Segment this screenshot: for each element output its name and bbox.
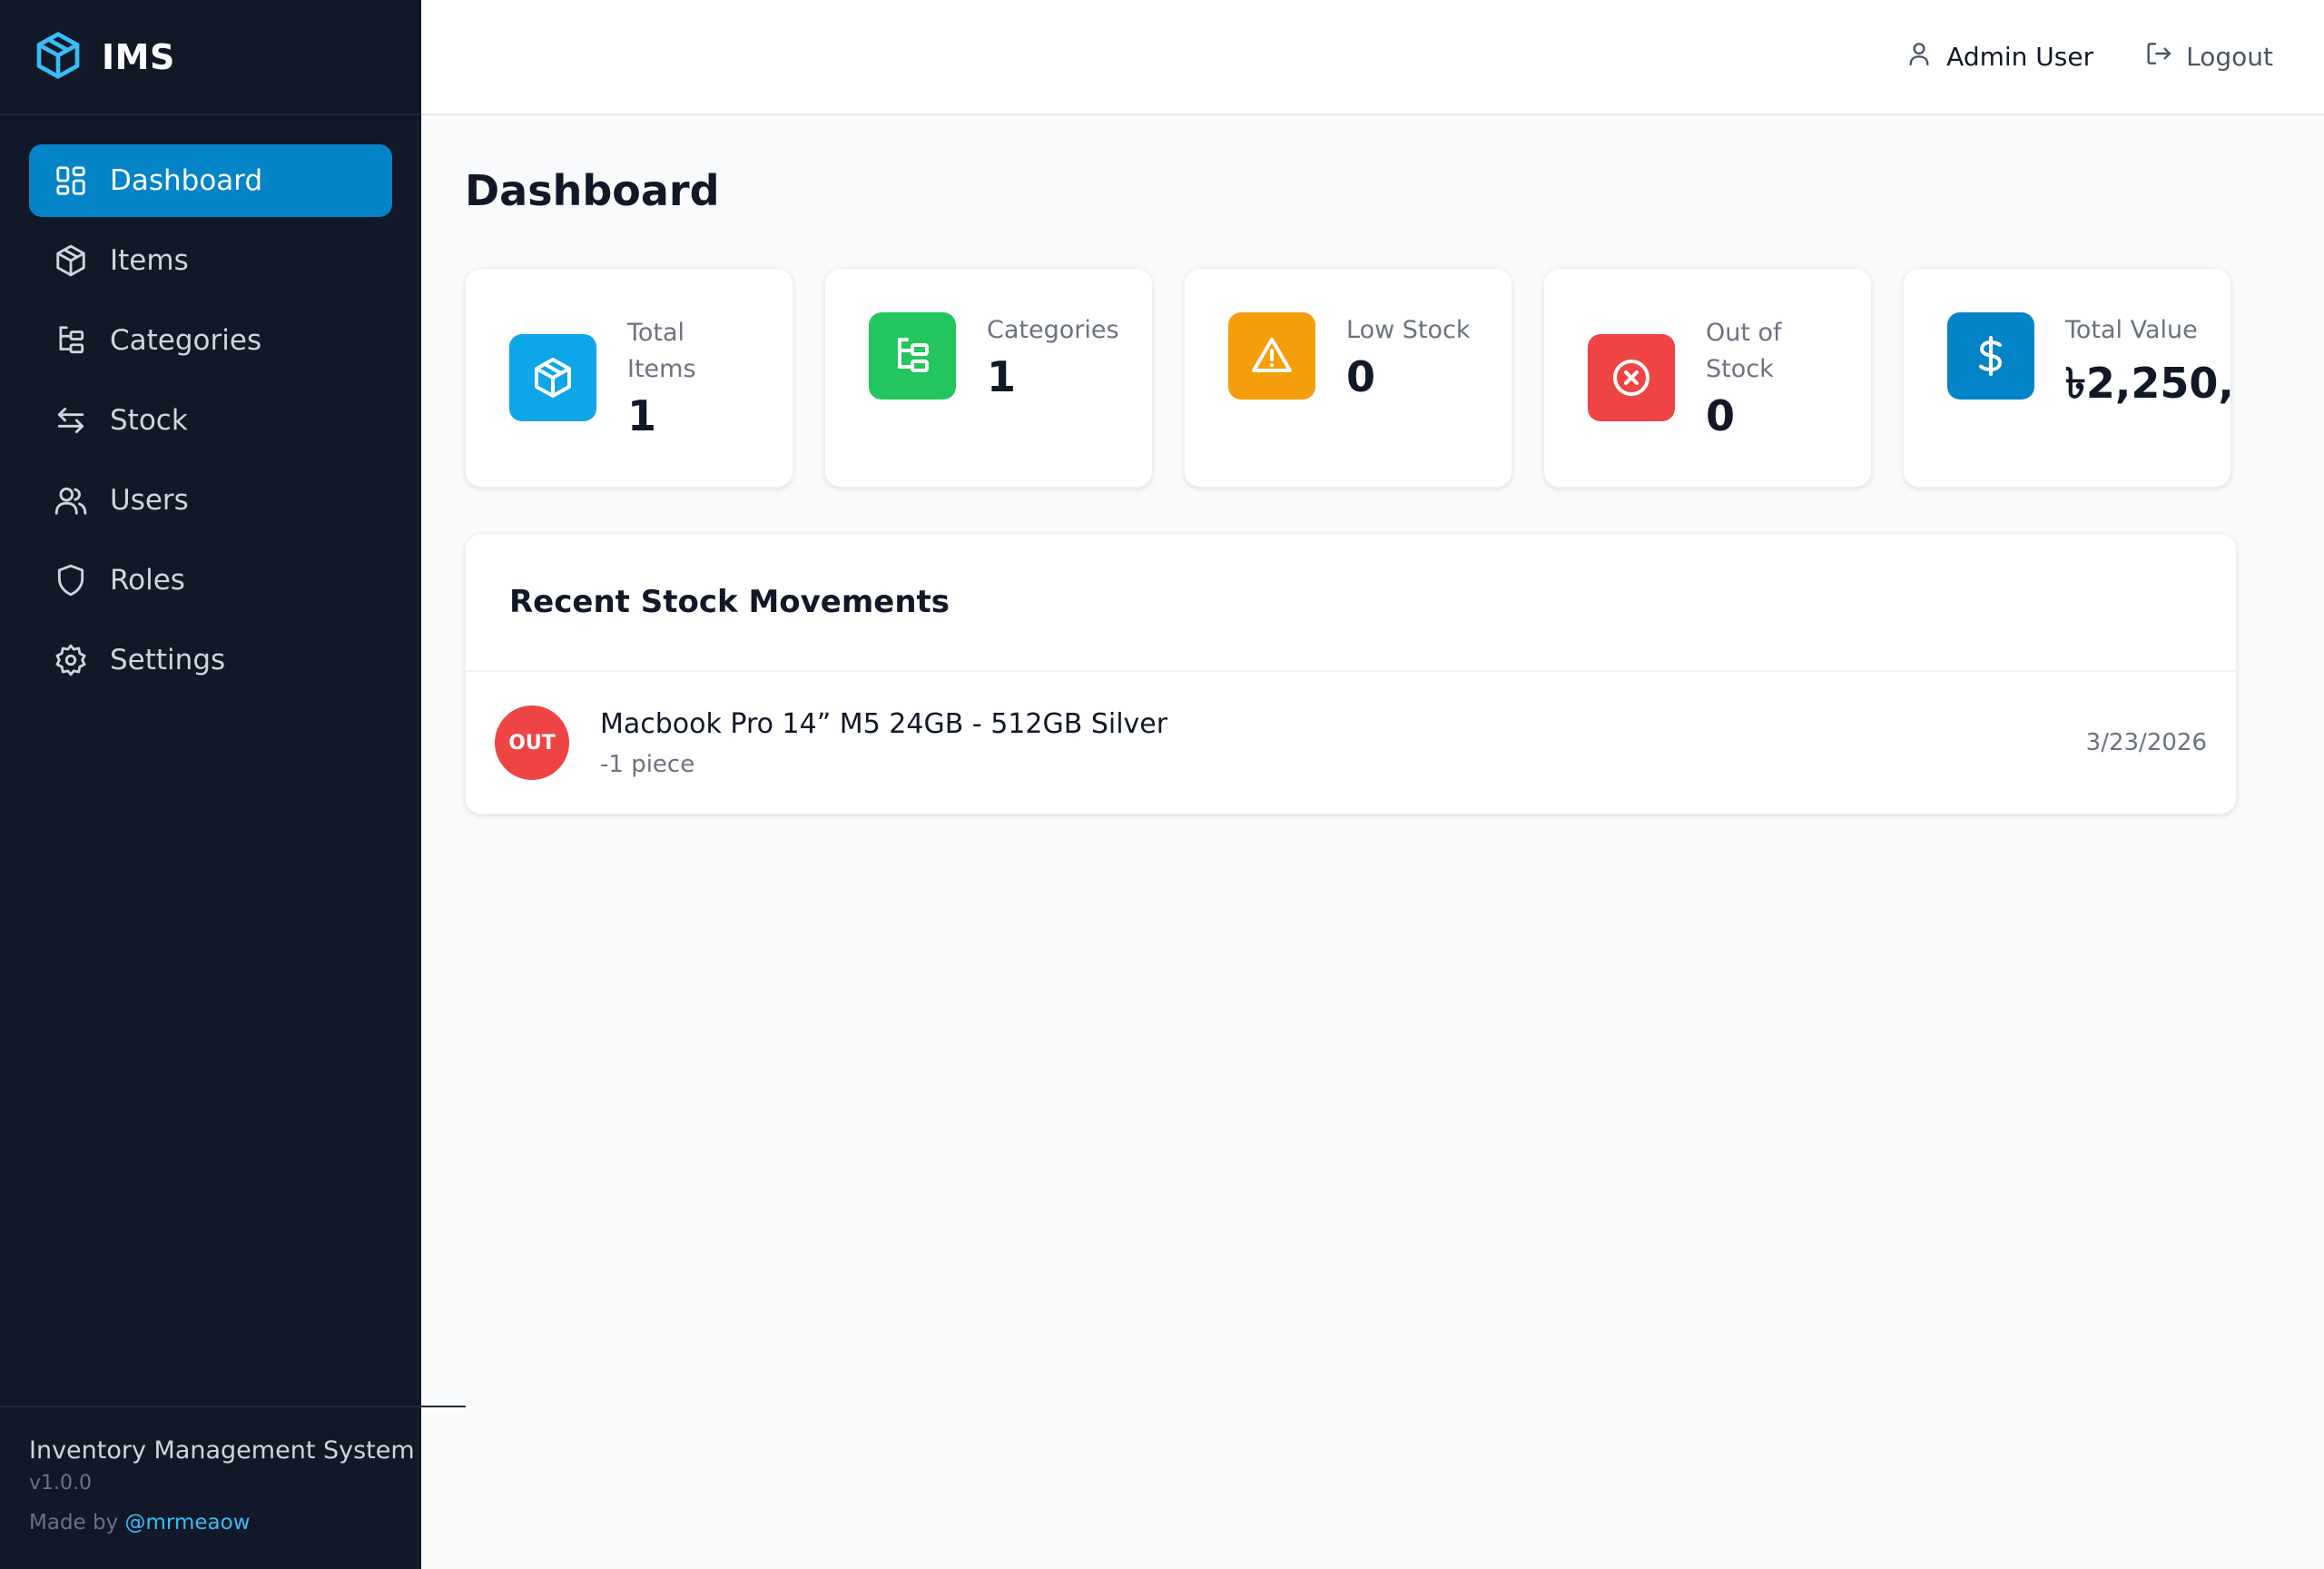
stat-card-low-stock: Low Stock 0	[1184, 268, 1512, 488]
logout-icon	[2144, 39, 2186, 74]
dashboard-icon	[52, 162, 90, 200]
sidebar-item-items[interactable]: Items	[29, 224, 392, 297]
recent-stock-movements-panel: Recent Stock Movements OUT Macbook Pro 1…	[465, 533, 2237, 814]
categories-icon	[52, 321, 90, 360]
logout-label: Logout	[2186, 42, 2273, 72]
sidebar-item-label: Roles	[110, 564, 185, 597]
sidebar-nav: Dashboard Items Categories Stock Users R…	[0, 115, 421, 704]
stat-value: ৳2,250,000	[2065, 359, 2231, 408]
box-icon	[52, 242, 90, 280]
x-circle-icon	[1588, 334, 1675, 421]
stat-label: Categories	[987, 316, 1119, 344]
sidebar-item-label: Items	[110, 244, 189, 277]
sidebar-item-label: Settings	[110, 644, 226, 676]
brand-title: IMS	[102, 36, 175, 77]
dashboard-content: Dashboard Total Items 1 Categories 1 Low…	[421, 115, 2324, 814]
sidebar-item-label: Users	[110, 484, 189, 517]
author-link[interactable]: @mrmeaow	[125, 1511, 251, 1534]
page-title: Dashboard	[465, 166, 720, 215]
dollar-icon	[1947, 312, 2034, 400]
warning-icon	[1228, 312, 1315, 400]
sidebar-item-users[interactable]: Users	[29, 464, 392, 537]
sidebar-item-label: Dashboard	[110, 164, 263, 197]
made-by-prefix: Made by	[29, 1511, 119, 1534]
categories-icon	[869, 312, 956, 400]
stat-value: 0	[1706, 391, 1736, 440]
stat-label: Low Stock	[1346, 316, 1471, 344]
sidebar: IMS Dashboard Items Categories Stock Use…	[0, 0, 466, 1569]
stat-card-out-of-stock: Out of Stock 0	[1543, 268, 1872, 488]
sidebar-item-label: Categories	[110, 324, 262, 357]
footer-version: v1.0.0	[29, 1472, 92, 1495]
stat-card-categories: Categories 1	[824, 268, 1153, 488]
movement-date: 3/23/2026	[2085, 729, 2207, 756]
main-area: Admin User Logout Dashboard Total Items …	[421, 0, 2324, 1569]
stat-card-total-items: Total Items 1	[465, 268, 793, 488]
stat-value: 0	[1346, 352, 1376, 401]
sidebar-item-categories[interactable]: Categories	[29, 304, 392, 377]
user-name: Admin User	[1946, 42, 2094, 72]
top-bar: Admin User Logout	[421, 0, 2324, 115]
brand[interactable]: IMS	[0, 0, 421, 115]
gear-icon	[52, 641, 90, 679]
box-icon	[509, 334, 596, 421]
footer-title: Inventory Management System	[29, 1436, 415, 1465]
movement-quantity: -1 piece	[600, 750, 695, 778]
stat-cards: Total Items 1 Categories 1 Low Stock 0 O…	[465, 268, 2280, 488]
sidebar-item-roles[interactable]: Roles	[29, 544, 392, 617]
user-menu[interactable]: Admin User	[1905, 39, 2093, 74]
stat-label: Total Value	[2065, 316, 2198, 344]
footer-made-by: Made by @mrmeaow	[29, 1511, 437, 1534]
stat-label: Out of Stock	[1706, 319, 1782, 383]
sidebar-item-dashboard[interactable]: Dashboard	[29, 144, 392, 217]
sidebar-item-stock[interactable]: Stock	[29, 384, 392, 457]
panel-title: Recent Stock Movements	[509, 584, 950, 620]
user-icon	[1905, 39, 1946, 74]
stat-label: Total Items	[627, 319, 696, 383]
stat-card-total-value: Total Value ৳2,250,000	[1903, 268, 2231, 488]
stat-value: 1	[987, 352, 1017, 401]
panel-header: Recent Stock Movements	[466, 534, 2236, 672]
shield-icon	[52, 561, 90, 599]
logout-button[interactable]: Logout	[2144, 39, 2273, 74]
movement-type-badge: OUT	[495, 706, 569, 780]
arrows-icon	[52, 401, 90, 439]
list-item[interactable]: OUT Macbook Pro 14” M5 24GB - 512GB Silv…	[466, 672, 2236, 814]
box-logo-icon	[33, 30, 84, 84]
users-icon	[52, 481, 90, 519]
sidebar-item-label: Stock	[110, 404, 188, 437]
stat-value: 1	[627, 391, 657, 440]
sidebar-item-settings[interactable]: Settings	[29, 624, 392, 696]
movement-item-name: Macbook Pro 14” M5 24GB - 512GB Silver	[600, 707, 1168, 740]
sidebar-footer: Inventory Management System v1.0.0 Made …	[0, 1406, 466, 1569]
